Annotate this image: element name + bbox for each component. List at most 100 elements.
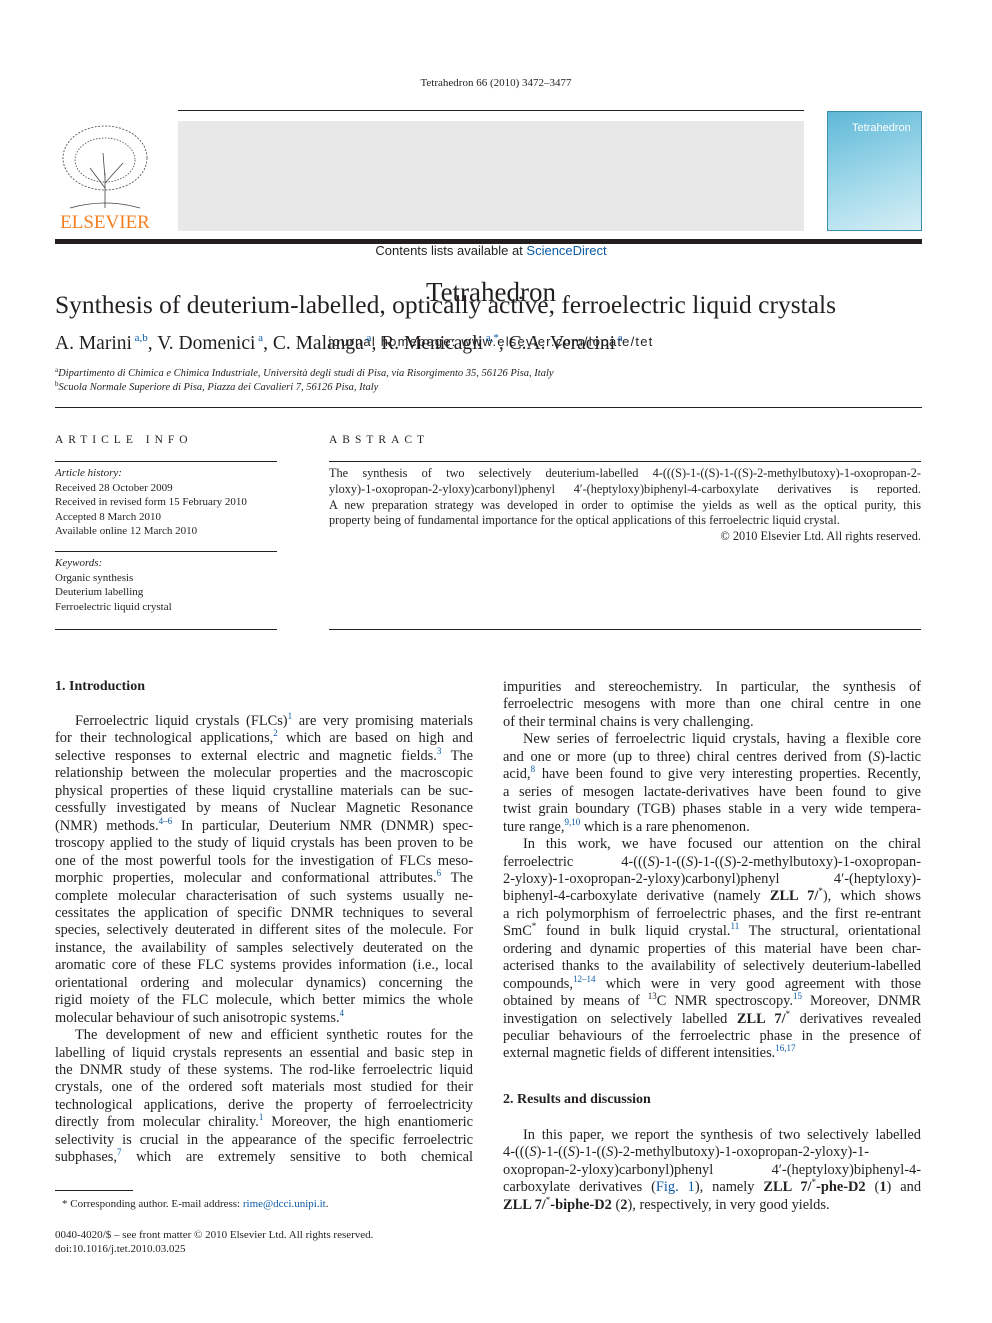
text-line: troscopy applied to the study of liquid … — [55, 835, 473, 851]
citation-reference[interactable]: 1 — [288, 711, 293, 721]
citation-reference[interactable]: 11 — [731, 921, 740, 931]
history-item: Received in revised form 15 February 201… — [55, 496, 247, 508]
text-line: one of the most powerful tools for the i… — [55, 853, 473, 869]
text-line: oxopropan-2-yloxy)carbonyl)phenyl 4′-(he… — [503, 1162, 921, 1178]
text-line: morphic properties, molecular and confor… — [55, 868, 473, 887]
text-line: The development of new and efficient syn… — [75, 1027, 473, 1043]
sciencedirect-link[interactable]: ScienceDirect — [526, 243, 606, 258]
divider — [55, 461, 277, 462]
text-line: carboxylate derivatives (Fig. 1), namely… — [503, 1177, 922, 1196]
author-name: C.A. Veracini — [508, 333, 615, 354]
citation-reference[interactable]: 9,10 — [565, 817, 581, 827]
text-line: compounds,12–14 which were in very good … — [503, 974, 921, 993]
email-link[interactable]: rime@dcci.unipi.it — [243, 1198, 326, 1210]
citation-reference[interactable]: 12–14 — [573, 974, 596, 984]
text-line: acid,8 have been found to give very inte… — [503, 764, 921, 783]
stereo-descriptor: S — [873, 749, 881, 765]
text-line: investigation on selectively labelled ZL… — [503, 1009, 922, 1028]
elsevier-logo: ELSEVIER — [60, 125, 150, 233]
text-line: for their technological applications,2 w… — [55, 728, 473, 747]
affiliation-b: bScuola Normale Superiore di Pisa, Piazz… — [55, 380, 379, 393]
citation-reference[interactable]: 8 — [531, 764, 536, 774]
text-line: selective responses to external electric… — [55, 746, 474, 765]
stereo-descriptor: S — [529, 1144, 537, 1160]
superscript: 13 — [647, 991, 657, 1001]
figure-link[interactable]: Fig. 1 — [656, 1179, 695, 1195]
text-line: acterised thanks to the availability of … — [503, 958, 921, 974]
text-line: a rich polymorphism of ferroelectric pha… — [503, 906, 921, 922]
author-affiliation-mark[interactable]: a — [615, 332, 623, 344]
citation-reference[interactable]: 4–6 — [159, 816, 173, 826]
text-line: ordering and dynamic properties of this … — [503, 941, 921, 957]
text-line: biphenyl-4-carboxylate derivative (namel… — [503, 886, 921, 905]
text-line: orientational ordering and molecular dyn… — [55, 975, 473, 991]
citation-reference[interactable]: 7 — [117, 1147, 122, 1157]
text-line: directly from molecular chirality.1 More… — [55, 1112, 473, 1131]
citation-reference[interactable]: 16,17 — [775, 1043, 795, 1053]
stereo-descriptor: S — [606, 1144, 614, 1160]
text-line: cessitates the application of specific D… — [55, 905, 473, 921]
compound-name: -phe-D2 — [816, 1179, 866, 1195]
stereo-descriptor: S — [685, 854, 694, 870]
journal-cover-image: Tetrahedron — [827, 111, 922, 231]
header-rule — [178, 110, 804, 111]
text-line: impurities and stereochemistry. In parti… — [503, 679, 921, 695]
text-line: obtained by means of 13C NMR spectroscop… — [503, 991, 921, 1010]
text-line: In this paper, we report the synthesis o… — [523, 1127, 921, 1143]
compound-name: ZLL 7/ — [503, 1197, 546, 1213]
text-line: labelling of liquid crystals represents … — [55, 1045, 473, 1061]
text-line: ture range,9,10 which is a rare phenomen… — [503, 817, 750, 836]
text-line: external magnetic fields of different in… — [503, 1043, 796, 1062]
text-line: ferroelectric 4-(((S)-1-((S)-1-((S)-2-me… — [503, 854, 921, 870]
corresponding-author-footnote: * Corresponding author. E-mail address: … — [62, 1198, 329, 1210]
citation-reference[interactable]: 6 — [437, 868, 442, 878]
text-line: twist grain boundary (TGB) phases stable… — [503, 801, 921, 817]
author-affiliation-mark[interactable]: a,* — [483, 332, 499, 344]
text-line: SmC* found in bulk liquid crystal.11 The… — [503, 921, 921, 940]
compound-name: ZLL 7/ — [769, 888, 819, 904]
text-line: instance, the availability of samples se… — [55, 940, 473, 956]
text-line: ferroelectric mesogens with more than on… — [503, 696, 921, 712]
text-line: molecular behaviour of such anisotropic … — [55, 1008, 345, 1027]
author-name: A. Marini — [55, 333, 132, 354]
stereo-descriptor: S — [724, 854, 732, 870]
superscript: * — [531, 921, 537, 931]
article-history: Article history: Received 28 October 200… — [55, 467, 247, 537]
divider — [329, 461, 921, 462]
text-line: complete molecular characterisation of s… — [55, 888, 473, 904]
journal-banner: Contents lists available at ScienceDirec… — [178, 121, 804, 349]
citation-reference[interactable]: 2 — [273, 728, 278, 738]
text-line: New series of ferroelectric liquid cryst… — [523, 731, 921, 747]
keyword: Ferroelectric liquid crystal — [55, 600, 172, 613]
article-title: Synthesis of deuterium-labelled, optical… — [55, 290, 837, 319]
text-line: relationship between the molecular prope… — [55, 765, 473, 781]
author-name: C. Malanga — [272, 333, 364, 354]
keywords: Keywords: Organic synthesis Deuterium la… — [55, 557, 172, 613]
divider — [55, 629, 277, 630]
text-line: aromatic core of these FLC systems provi… — [55, 957, 473, 973]
text-line: In this work, we have focused our attent… — [523, 836, 921, 852]
text-line: subphases,7 which are extremely sensitiv… — [55, 1147, 473, 1166]
author-affiliation-mark[interactable]: a,b — [132, 332, 148, 344]
author-name: R. Menicagli — [381, 333, 484, 354]
author-affiliation-mark[interactable]: a — [255, 332, 263, 344]
citation-reference[interactable]: 3 — [437, 746, 442, 756]
text-line: 4-(((S)-1-((S)-1-((S)-2-methylbutoxy)-1-… — [503, 1144, 870, 1160]
affiliation-a: aDipartimento di Chimica e Chimica Indus… — [55, 366, 554, 379]
superscript: * — [818, 886, 823, 896]
citation-reference[interactable]: 1 — [259, 1112, 264, 1122]
doi-line[interactable]: doi:10.1016/j.tet.2010.03.025 — [55, 1243, 185, 1255]
citation-reference[interactable]: 15 — [793, 991, 802, 1001]
section-heading-introduction: 1. Introduction — [55, 679, 145, 694]
text-line: species, selectively deuterated in diffe… — [55, 922, 473, 938]
text-line: ZLL 7/*-biphe-D2 (2), respectively, in v… — [503, 1195, 830, 1214]
copyright: © 2010 Elsevier Ltd. All rights reserved… — [720, 529, 921, 544]
stereo-descriptor: S — [567, 1144, 575, 1160]
citation-reference[interactable]: 4 — [340, 1008, 345, 1018]
author-list: A. Marini a,b, V. Domenici a, C. Malanga… — [55, 332, 623, 354]
text-line: a series of mesogen lactate-derivatives … — [503, 784, 921, 800]
text-line: peculiar behaviours of the ferroelectric… — [503, 1028, 921, 1044]
author-name: V. Domenici — [157, 333, 256, 354]
divider — [55, 551, 277, 552]
text-line: the DNMR study of these systems. The rod… — [55, 1062, 473, 1078]
